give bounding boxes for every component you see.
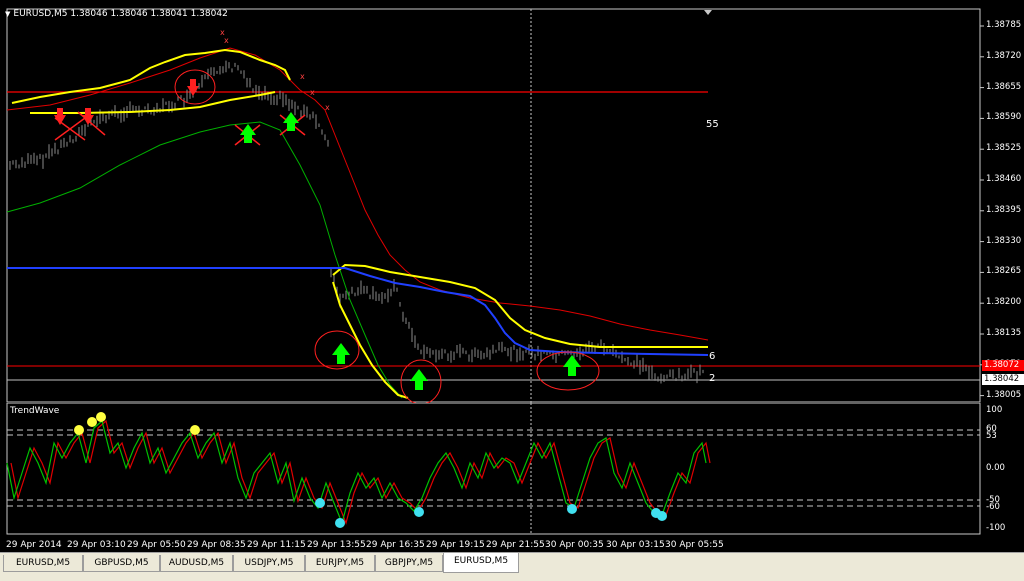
price-label: 1.38785 [986, 20, 1022, 30]
time-label: 29 Apr 08:35 [187, 540, 246, 550]
annotation-55: 55 [706, 119, 719, 130]
sell-signal-markers [54, 79, 199, 125]
indicator-border [6, 403, 981, 535]
bid-price-badge: 1.38042 [982, 374, 1024, 385]
price-label: 1.38655 [986, 81, 1022, 92]
chart-tab[interactable]: USDJPY,M5 [233, 555, 305, 572]
up-arrow-icon [410, 369, 428, 390]
time-label: 29 Apr 03:10 [67, 540, 126, 550]
chart-tab[interactable]: GBPJPY,M5 [375, 555, 443, 572]
price-label: 1.38330 [986, 235, 1022, 246]
annotation-2: 2 [709, 373, 716, 384]
time-label: 29 Apr 05:50 [127, 540, 186, 550]
price-label: 1.38460 [986, 174, 1022, 184]
price-label: 1.38395 [986, 204, 1022, 215]
time-label: 29 Apr 19:15 [426, 540, 485, 550]
chart-shift-icon [704, 10, 712, 15]
svg-text:x: x [224, 36, 229, 45]
svg-text:x: x [300, 72, 305, 81]
time-label: 29 Apr 21:55 [486, 540, 545, 550]
yellow-upper-band-2 [332, 263, 708, 348]
annotation-6: 6 [709, 351, 716, 362]
indicator-level-label: -100 [986, 523, 1006, 533]
symbol-header: ▼ EURUSD,M5 1.38046 1.38046 1.38041 1.380… [5, 9, 228, 19]
chart-window[interactable]: xx xxx ▼ EURUSD,M5 1.38046 1.38046 1.3804… [0, 0, 1024, 552]
svg-text:x: x [325, 103, 330, 112]
chart-tab[interactable]: AUDUSD,M5 [160, 555, 233, 572]
plot-border [6, 8, 981, 403]
oversold-dots [315, 498, 667, 528]
price-label: 1.38135 [986, 328, 1022, 338]
time-label: 30 Apr 03:15 [606, 540, 665, 550]
down-arrow-icon [187, 79, 199, 96]
time-label: 29 Apr 13:55 [307, 540, 366, 550]
price-chart[interactable]: xx xxx [0, 0, 1024, 403]
indicator-level-label: -60 [986, 502, 1000, 512]
buy-signal-markers [240, 112, 581, 390]
time-axis[interactable]: 29 Apr 2014 29 Apr 03:10 29 Apr 05:50 29 Ap… [0, 535, 1024, 552]
price-label: 1.38265 [986, 266, 1022, 277]
indicator-level-label: 0.00 [986, 463, 1005, 473]
time-label: 29 Apr 11:15 [247, 540, 306, 550]
price-label: 1.38525 [986, 143, 1022, 154]
time-label: 30 Apr 00:35 [545, 540, 604, 550]
trendwave-indicator[interactable] [0, 403, 1024, 535]
trendwave-green-line [6, 419, 707, 525]
chart-tab[interactable]: EURJPY,M5 [305, 555, 375, 572]
yellow-lower-band-2 [332, 281, 409, 399]
caret-down-icon: ▼ [5, 10, 11, 18]
signal-circles [174, 69, 600, 403]
indicator-level-label: 100 [986, 405, 1003, 415]
time-label: 29 Apr 16:35 [366, 540, 425, 550]
price-label: 1.38200 [986, 297, 1022, 308]
symbol-quote: EURUSD,M5 1.38046 1.38046 1.38041 1.3804… [13, 9, 228, 19]
chart-tab[interactable]: EURUSD,M5 [3, 555, 83, 572]
trendwave-red-line [10, 419, 711, 525]
indicator-title: TrendWave [10, 406, 60, 416]
price-label: 1.38590 [986, 112, 1022, 123]
chart-tab-bar: EURUSD,M5 GBPUSD,M5 AUDUSD,M5 USDJPY,M5 EURJ… [0, 552, 1024, 581]
candles [9, 60, 704, 384]
indicator-level-label: 53 [986, 431, 997, 441]
price-label: 1.38720 [986, 50, 1022, 61]
time-label: 30 Apr 05:55 [665, 540, 724, 550]
time-label: 29 Apr 2014 [6, 540, 62, 550]
up-arrow-icon [332, 343, 350, 364]
yellow-lower-band [30, 91, 276, 114]
price-label: 1.38005 [986, 389, 1022, 400]
up-arrow-icon [563, 355, 581, 376]
chart-tab[interactable]: EURUSD,M5 [443, 553, 519, 573]
chart-tab[interactable]: GBPUSD,M5 [83, 555, 160, 572]
svg-text:x: x [310, 88, 315, 97]
current-price-badge: 1.38072 [982, 360, 1024, 371]
